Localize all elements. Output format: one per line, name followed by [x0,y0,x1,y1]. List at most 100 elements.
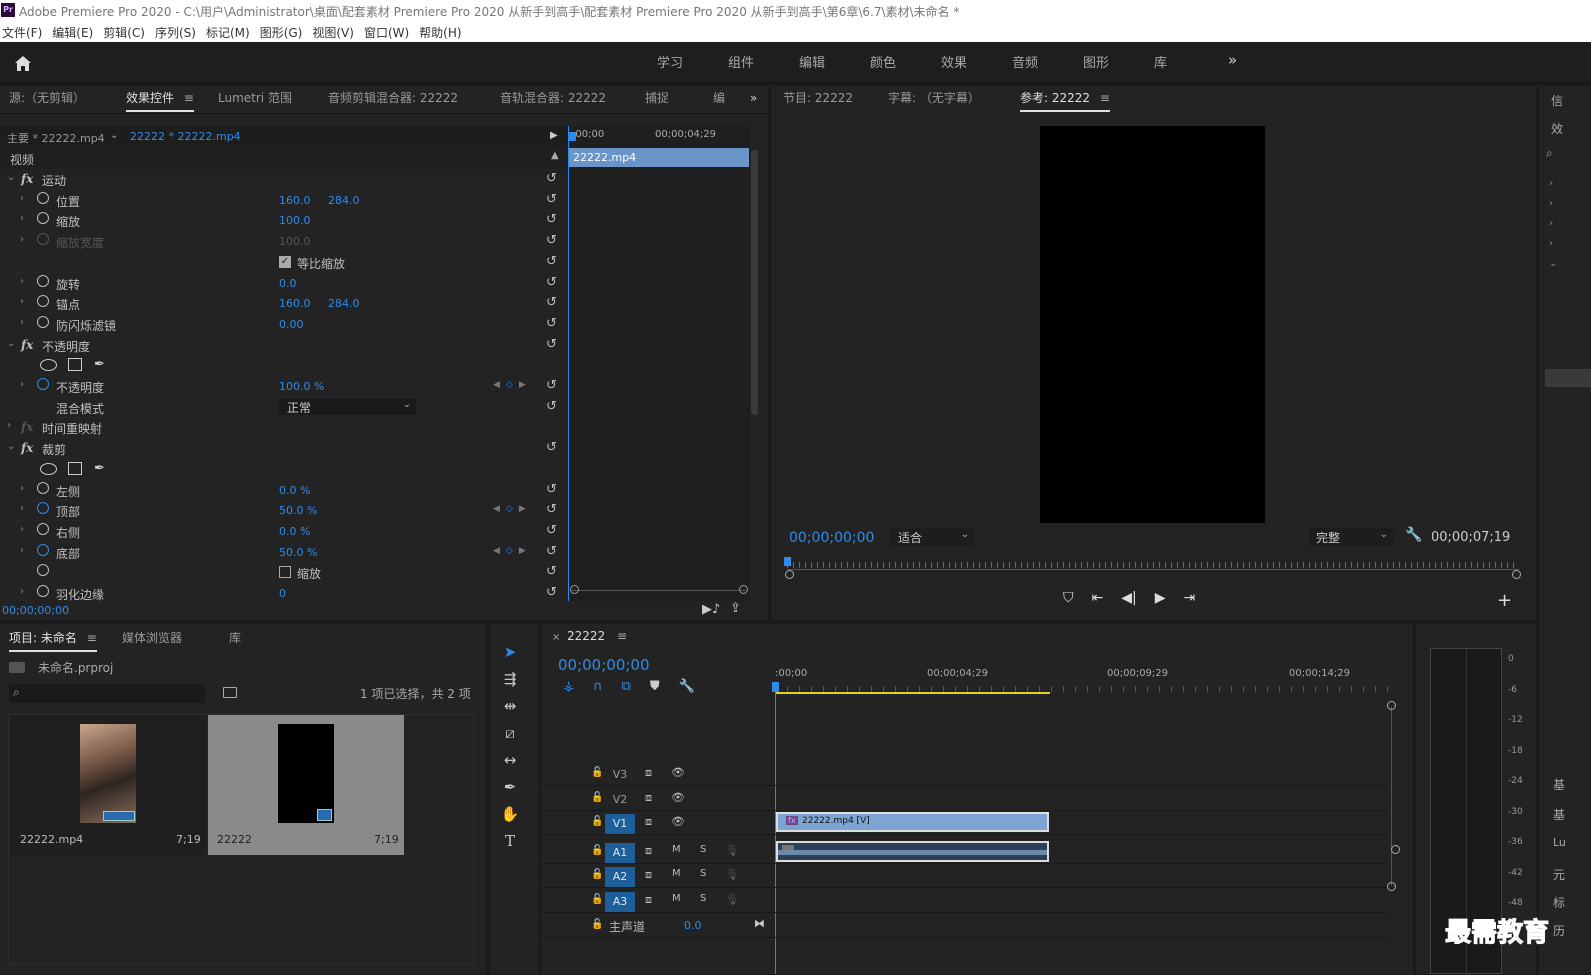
menu-item[interactable]: 帮助(H) [419,24,461,41]
lock-icon[interactable]: 🔓 [591,816,603,827]
reset-icon[interactable]: ↺ [546,544,557,559]
tab-edit-partial[interactable]: 编 [713,86,725,112]
add-button[interactable]: + [1497,590,1512,611]
keyframe-nav-icon[interactable]: ◀◇▶ [493,380,532,390]
track-target[interactable]: A3 [605,891,635,912]
blend-mode-select[interactable]: 正常 ⌄ [279,398,416,415]
play-icon[interactable]: ▶ [1155,590,1166,606]
program-playhead[interactable] [784,557,791,566]
timeline-vscroll-audio[interactable] [1391,845,1400,854]
lock-icon[interactable]: 🔓 [591,845,603,856]
type-tool-icon[interactable]: T [498,829,522,853]
stopwatch-icon[interactable] [37,315,49,328]
chevron-right-icon[interactable]: › [7,420,11,431]
audio-clip[interactable] [776,841,1049,862]
eye-icon[interactable]: 👁 [671,791,685,804]
workspace-tab[interactable]: 音频 [1012,52,1083,71]
video-clip[interactable]: fx 22222.mp4 [V] [776,812,1049,832]
master-end-icon[interactable]: ⧓ [754,917,765,930]
reset-icon[interactable]: ↺ [546,316,557,331]
sync-lock-icon[interactable]: ⧈ [645,766,652,780]
reset-icon[interactable]: ↺ [546,192,557,207]
fx-toggle-icon[interactable]: fx [21,338,33,352]
workspace-tab[interactable]: 库 [1154,52,1225,71]
reset-icon[interactable]: ↺ [546,585,557,600]
work-area-bar[interactable] [775,692,1050,694]
tab-captions[interactable]: 字幕: （无字幕） [888,86,980,112]
sequence-tab[interactable]: 22222 ≡ [567,629,627,643]
add-marker-icon[interactable]: ⛊ [650,679,660,694]
chevron-right-icon[interactable]: › [20,379,24,390]
chevron-right-icon[interactable]: › [20,193,24,204]
stopwatch-icon[interactable] [37,295,49,308]
go-to-in-icon[interactable]: ⇤ [1092,590,1104,606]
panel-menu-icon[interactable]: ≡ [184,91,194,105]
workspace-tab[interactable]: 编辑 [799,52,870,71]
chevron-down-icon[interactable]: ⌄ [110,130,118,141]
menu-item[interactable]: 标记(M) [206,24,250,41]
reset-icon[interactable]: ↺ [546,564,557,579]
timeline-ruler[interactable]: :00;00 00;00;04;29 00;00;09;29 00;00;14;… [775,666,1395,696]
snap-icon[interactable]: ∩ [593,679,603,694]
chevron-right-icon[interactable]: › [20,586,24,597]
stopwatch-icon[interactable] [37,502,49,515]
tab-project[interactable]: 项目: 未命名 ≡ [9,626,97,652]
step-back-icon[interactable]: ◀| [1121,590,1136,606]
tab-lumetri-scopes[interactable]: Lumetri 范围 [218,86,292,112]
workspace-tab[interactable]: 颜色 [870,52,941,71]
property-value[interactable]: 100.0 % [279,380,324,393]
ellipse-mask-icon[interactable] [40,462,57,475]
lock-icon[interactable]: 🔓 [591,919,603,930]
master-value[interactable]: 0.0 [684,919,702,932]
microphone-icon[interactable]: 🎙 [725,893,739,906]
go-to-out-icon[interactable]: ⇥ [1184,590,1196,606]
stopwatch-icon[interactable] [37,522,49,535]
solo-button[interactable]: S [700,844,706,855]
track-target[interactable]: A1 [605,842,635,863]
razor-tool-icon[interactable]: ⧄ [498,721,522,745]
property-value[interactable]: 0.0 % [279,525,310,538]
chevron-right-icon[interactable]: › [20,234,24,245]
mute-button[interactable]: M [672,893,681,904]
microphone-icon[interactable]: 🎙 [725,844,739,857]
right-tab-effects[interactable]: 效 [1551,120,1563,137]
reset-icon[interactable]: ↺ [546,275,557,290]
property-value[interactable]: 50.0 % [279,546,317,559]
checkbox[interactable]: ✓ [279,255,291,268]
tab-audio-track-mixer[interactable]: 音轨混合器: 22222 [500,86,606,112]
stopwatch-icon[interactable] [37,543,49,556]
workspace-tab[interactable]: 效果 [941,52,1012,71]
reset-icon[interactable]: ↺ [546,171,557,186]
property-value[interactable]: 0.0 [279,277,297,290]
menu-item[interactable]: 窗口(W) [364,24,409,41]
rectangle-mask-icon[interactable] [68,461,82,475]
right-tab-info[interactable]: 信 [1551,92,1563,109]
scroll-up-icon[interactable]: ▲ [551,150,559,161]
property-value[interactable]: 160.0 [279,297,311,310]
mini-playhead[interactable] [569,132,576,141]
pen-mask-icon[interactable]: ✒ [94,357,105,372]
solo-button[interactable]: S [700,893,706,904]
program-timecode[interactable]: 00;00;00;00 [789,530,874,546]
hand-tool-icon[interactable]: ✋ [498,802,522,826]
new-bin-icon[interactable] [223,687,237,698]
reset-icon[interactable]: ↺ [546,254,557,269]
panel-menu-icon[interactable]: ≡ [1100,91,1110,105]
track-target[interactable]: V2 [605,790,635,810]
video-preview[interactable] [1040,126,1265,523]
track-target[interactable]: V1 [605,814,635,834]
lock-icon[interactable]: 🔓 [591,894,603,905]
reset-icon[interactable]: ↺ [546,523,557,538]
right-tab-essential-1[interactable]: 基 [1553,776,1565,793]
menu-item[interactable]: 图形(G) [260,24,303,41]
lock-icon[interactable]: 🔓 [591,792,603,803]
reset-icon[interactable]: ↺ [546,440,557,455]
menu-item[interactable]: 序列(S) [155,24,196,41]
master-clip-label[interactable]: 主要 * 22222.mp4 [7,130,105,146]
wrench-icon[interactable]: 🔧 [679,679,695,694]
panel-menu-icon[interactable]: ≡ [617,629,627,643]
selection-tool-icon[interactable]: ➤ [498,640,522,664]
stopwatch-icon[interactable] [37,212,49,225]
pen-tool-icon[interactable]: ✒ [498,775,522,799]
tab-media-browser[interactable]: 媒体浏览器 [122,626,182,652]
